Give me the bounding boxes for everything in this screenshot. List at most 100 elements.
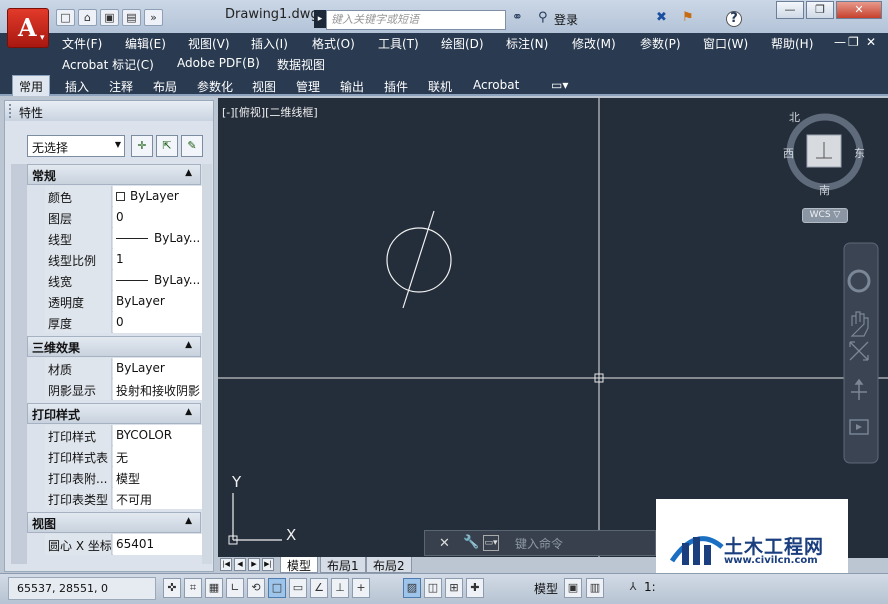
user-icon[interactable]: ⚲ — [538, 10, 548, 25]
property-row-plot-style[interactable]: 打印样式 BYCOLOR — [45, 425, 202, 446]
autodesk-apps-icon[interactable]: ⚑ — [682, 10, 694, 25]
menu-modify[interactable]: 修改(M) — [572, 35, 616, 52]
menu-parametric[interactable]: 参数(P) — [640, 35, 681, 52]
transparency-icon[interactable]: ◫ — [424, 578, 442, 598]
property-value[interactable]: 无 — [113, 446, 202, 467]
tab-home[interactable]: 常用 — [12, 75, 51, 96]
property-row-thickness[interactable]: 厚度 0 — [45, 312, 202, 333]
mdi-close-icon[interactable]: ✕ — [866, 35, 876, 49]
property-value[interactable]: ByLayer — [113, 291, 202, 312]
save-as-icon[interactable]: ▤ — [122, 9, 141, 26]
first-tab-icon[interactable]: |◀ — [220, 558, 232, 571]
help-icon[interactable]: ? — [726, 11, 742, 27]
property-row-linetype[interactable]: 线型 ByLay... — [45, 228, 202, 249]
property-value[interactable]: BYCOLOR — [113, 425, 202, 446]
command-input[interactable]: 键入命令 — [515, 535, 563, 552]
lineweight-icon[interactable]: ▨ — [403, 578, 421, 598]
menu-window[interactable]: 窗口(W) — [703, 35, 748, 52]
property-value[interactable]: 0 — [113, 207, 202, 228]
menu-tools[interactable]: 工具(T) — [378, 35, 419, 52]
search-expand-icon[interactable]: ▸ — [314, 10, 326, 28]
property-value[interactable]: ByLayer — [113, 186, 202, 207]
section-view[interactable]: 视图 ▲ — [27, 512, 201, 533]
app-menu-button[interactable]: A ▾ — [7, 8, 49, 48]
property-value[interactable]: 不可用 — [113, 488, 202, 509]
select-objects-icon[interactable]: ⇱ — [156, 135, 178, 157]
property-value[interactable]: 投射和接收阴影 — [113, 379, 202, 400]
properties-scrollbar[interactable] — [202, 164, 212, 564]
binoculars-icon[interactable]: ⚭ — [512, 10, 523, 25]
dynamic-ucs-icon[interactable]: ⊥ — [331, 578, 349, 598]
property-value[interactable]: ByLay... — [113, 228, 202, 249]
save-icon[interactable]: ▣ — [100, 9, 119, 26]
section-general[interactable]: 常规 ▲ — [27, 164, 201, 185]
property-row-lineweight[interactable]: 线宽 ByLay... — [45, 270, 202, 291]
menu-insert[interactable]: 插入(I) — [251, 35, 288, 52]
menu-draw[interactable]: 绘图(D) — [441, 35, 484, 52]
exchange-icon[interactable]: ✖ — [656, 10, 667, 25]
ortho-mode-icon[interactable]: ∟ — [226, 578, 244, 598]
toggle-pickadd-icon[interactable]: ✛ — [131, 135, 153, 157]
tab-manage[interactable]: 管理 — [296, 78, 320, 95]
tab-layout2[interactable]: 布局2 — [366, 557, 412, 573]
tab-parametric[interactable]: 参数化 — [197, 78, 233, 95]
recent-commands-icon[interactable]: ▭▾ — [483, 535, 499, 551]
quick-view-layouts-icon[interactable]: ▣ — [564, 578, 582, 598]
property-value[interactable]: 模型 — [113, 467, 202, 488]
annotation-scale-icon[interactable]: ⅄ — [624, 578, 642, 598]
menu-dimension[interactable]: 标注(N) — [506, 35, 548, 52]
minimize-button[interactable]: — — [776, 1, 804, 19]
property-row-plot-table-type[interactable]: 打印表类型 不可用 — [45, 488, 202, 509]
selection-dropdown[interactable]: 无选择 ▼ — [27, 135, 125, 157]
section-plot-style[interactable]: 打印样式 ▲ — [27, 403, 201, 424]
tab-layout1[interactable]: 布局1 — [320, 557, 366, 573]
tab-model[interactable]: 模型 — [280, 557, 319, 573]
tab-view[interactable]: 视图 — [252, 78, 276, 95]
wcs-dropdown[interactable]: WCS ▽ — [802, 208, 848, 223]
next-tab-icon[interactable]: ▶ — [248, 558, 260, 571]
dynamic-input-icon[interactable]: + — [352, 578, 370, 598]
close-command-icon[interactable]: ✕ — [439, 536, 450, 551]
menu-help[interactable]: 帮助(H) — [771, 35, 813, 52]
infer-constraints-icon[interactable]: ✜ — [163, 578, 181, 598]
circle-entity[interactable] — [386, 227, 452, 293]
more-tools-icon[interactable]: » — [144, 9, 163, 26]
search-input[interactable]: 键入关键字或短语 — [326, 10, 506, 30]
compass-east[interactable]: 东 — [854, 145, 865, 161]
property-value[interactable]: ByLayer — [113, 358, 202, 379]
property-row-center-x[interactable]: 圆心 X 坐标 65401 — [45, 534, 202, 555]
menu-format[interactable]: 格式(O) — [312, 35, 355, 52]
menu-acrobat-markup[interactable]: Acrobat 标记(C) — [62, 56, 154, 73]
menu-file[interactable]: 文件(F) — [62, 35, 102, 52]
snap-mode-icon[interactable]: ⌗ — [184, 578, 202, 598]
ribbon-toggle-icon[interactable]: ▭▾ — [551, 78, 568, 92]
polar-tracking-icon[interactable]: ⟲ — [247, 578, 265, 598]
quick-view-drawings-icon[interactable]: ▥ — [586, 578, 604, 598]
tab-layout[interactable]: 布局 — [153, 78, 177, 95]
property-value[interactable]: 1 — [113, 249, 202, 270]
property-row-transparency[interactable]: 透明度 ByLayer — [45, 291, 202, 312]
property-row-material[interactable]: 材质 ByLayer — [45, 358, 202, 379]
mdi-minimize-icon[interactable]: — — [834, 35, 846, 49]
section-3d-effects[interactable]: 三维效果 ▲ — [27, 336, 201, 357]
property-row-layer[interactable]: 图层 0 — [45, 207, 202, 228]
login-link[interactable]: 登录 — [554, 11, 578, 28]
property-row-plot-style-table[interactable]: 打印样式表无 — [45, 446, 202, 467]
tab-online[interactable]: 联机 — [428, 78, 452, 95]
object-snap-tracking-icon[interactable]: ∠ — [310, 578, 328, 598]
object-snap-icon[interactable]: □ — [268, 578, 286, 598]
open-file-icon[interactable]: ⌂ — [78, 9, 97, 26]
tab-plugins[interactable]: 插件 — [384, 78, 408, 95]
tab-annotate[interactable]: 注释 — [109, 78, 133, 95]
selection-cycling-icon[interactable]: ✚ — [466, 578, 484, 598]
menu-edit[interactable]: 编辑(E) — [125, 35, 166, 52]
compass-south[interactable]: 南 — [819, 182, 830, 198]
last-tab-icon[interactable]: ▶| — [262, 558, 274, 571]
mdi-restore-icon[interactable]: ❐ — [848, 35, 859, 49]
property-row-linetype-scale[interactable]: 线型比例 1 — [45, 249, 202, 270]
property-value[interactable]: ByLay... — [113, 270, 202, 291]
customize-wrench-icon[interactable]: 🔧 — [463, 535, 479, 550]
quick-select-icon[interactable]: ✎ — [181, 135, 203, 157]
3d-object-snap-icon[interactable]: ▭ — [289, 578, 307, 598]
menu-adobe-pdf[interactable]: Adobe PDF(B) — [177, 56, 260, 70]
